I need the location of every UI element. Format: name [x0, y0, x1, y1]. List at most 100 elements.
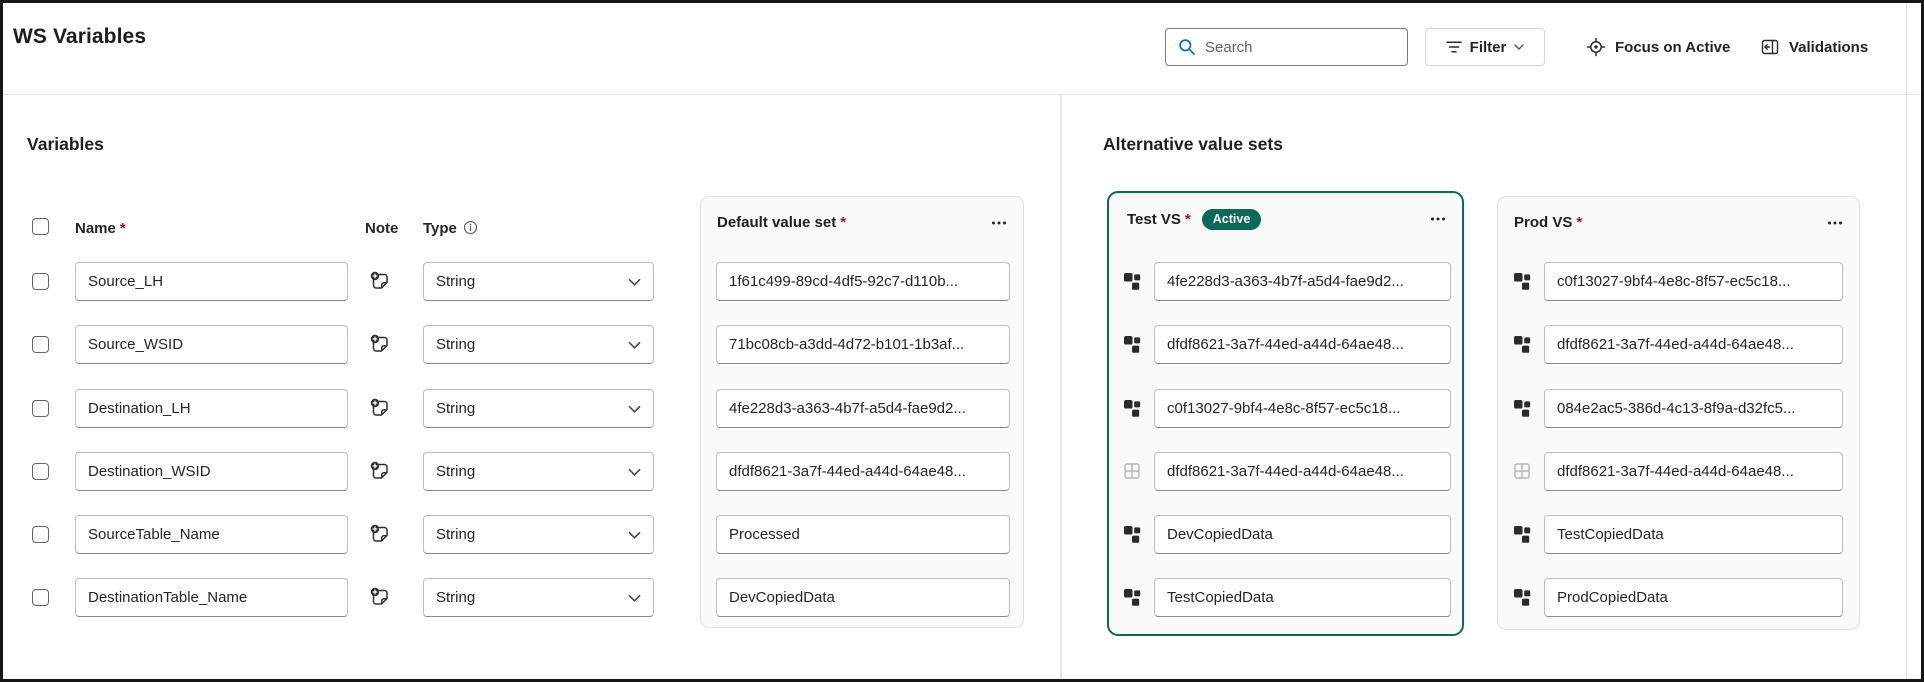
- variable-name-value: Source_WSID: [88, 336, 183, 353]
- chevron-down-icon: [1514, 44, 1524, 50]
- prod-vs-value-input[interactable]: c0f13027-9bf4-4e8c-8f57-ec5c18...: [1544, 262, 1843, 301]
- value-override-icon: [1512, 587, 1532, 607]
- variable-name-input[interactable]: Destination_WSID: [75, 452, 348, 491]
- default-value-input[interactable]: 1f61c499-89cd-4df5-92c7-d110b...: [716, 262, 1010, 301]
- prod-vs-value-input[interactable]: 084e2ac5-386d-4c13-8f9a-d32fc5...: [1544, 389, 1843, 428]
- chevron-down-icon: [628, 531, 641, 539]
- validations-button[interactable]: Validations: [1760, 28, 1868, 66]
- value-override-icon: [1512, 524, 1532, 544]
- test-vs-value-input[interactable]: dfdf8621-3a7f-44ed-a44d-64ae48...: [1154, 452, 1451, 491]
- variable-row: DestinationTable_Name String DevCopiedDa…: [3, 578, 1924, 617]
- filter-button-label: Filter: [1470, 39, 1507, 56]
- add-note-button[interactable]: [370, 524, 390, 544]
- filter-button[interactable]: Filter: [1425, 28, 1545, 66]
- value-override-icon: [1122, 271, 1142, 291]
- value-override-icon: [1122, 524, 1142, 544]
- variable-name-value: SourceTable_Name: [88, 526, 220, 543]
- more-horizontal-icon: [1827, 221, 1843, 225]
- variable-name-input[interactable]: DestinationTable_Name: [75, 578, 348, 617]
- default-value-input[interactable]: Processed: [716, 515, 1010, 554]
- type-value: String: [436, 336, 475, 353]
- type-dropdown[interactable]: String: [423, 262, 654, 301]
- default-value-input[interactable]: dfdf8621-3a7f-44ed-a44d-64ae48...: [716, 452, 1010, 491]
- note-add-icon: [370, 587, 390, 607]
- test-vs-value-input[interactable]: TestCopiedData: [1154, 578, 1451, 617]
- column-header-type: Type: [423, 220, 478, 237]
- more-options-button[interactable]: [1825, 217, 1845, 229]
- search-input[interactable]: Search: [1165, 28, 1408, 66]
- add-note-button[interactable]: [370, 334, 390, 354]
- variable-row: Source_WSID String 71bc08cb-a3dd-4d72-b1…: [3, 325, 1924, 364]
- column-header-name: Name*: [75, 220, 126, 237]
- variable-row: SourceTable_Name String Processed DevCop…: [3, 515, 1924, 554]
- note-add-icon: [370, 398, 390, 418]
- default-value-input[interactable]: 71bc08cb-a3dd-4d72-b101-1b3af...: [716, 325, 1010, 364]
- chevron-down-icon: [628, 468, 641, 476]
- prod-vs-value-input[interactable]: dfdf8621-3a7f-44ed-a44d-64ae48...: [1544, 452, 1843, 491]
- prod-vs-value-input[interactable]: ProdCopiedData: [1544, 578, 1843, 617]
- add-note-button[interactable]: [370, 461, 390, 481]
- focus-on-active-button[interactable]: Focus on Active: [1586, 28, 1730, 66]
- type-info-icon[interactable]: [463, 220, 478, 235]
- row-checkbox[interactable]: [32, 589, 49, 606]
- test-vs-value-input[interactable]: c0f13027-9bf4-4e8c-8f57-ec5c18...: [1154, 389, 1451, 428]
- more-options-button[interactable]: [1428, 213, 1448, 225]
- ws-variables-window: WS Variables Search Filter Focus on Acti…: [0, 0, 1924, 682]
- row-checkbox[interactable]: [32, 400, 49, 417]
- variable-name-input[interactable]: Destination_LH: [75, 389, 348, 428]
- prod-vs-value-input[interactable]: TestCopiedData: [1544, 515, 1843, 554]
- add-note-button[interactable]: [370, 271, 390, 291]
- more-horizontal-icon: [1430, 217, 1446, 221]
- chevron-down-icon: [628, 278, 641, 286]
- row-checkbox[interactable]: [32, 336, 49, 353]
- test-vs-value-input[interactable]: DevCopiedData: [1154, 515, 1451, 554]
- search-placeholder: Search: [1205, 39, 1253, 56]
- default-value-input[interactable]: 4fe228d3-a363-4b7f-a5d4-fae9d2...: [716, 389, 1010, 428]
- note-add-icon: [370, 524, 390, 544]
- variables-section-title: Variables: [27, 134, 104, 155]
- variable-row: Destination_WSID String dfdf8621-3a7f-44…: [3, 452, 1924, 491]
- default-value-set-title: Default value set: [717, 214, 836, 231]
- value-inherited-grid-icon: [1122, 461, 1142, 481]
- default-value-set-header: Default value set *: [701, 197, 1023, 231]
- more-options-button[interactable]: [989, 217, 1009, 229]
- required-asterisk: *: [120, 220, 126, 237]
- active-badge: Active: [1202, 209, 1262, 230]
- row-checkbox[interactable]: [32, 273, 49, 290]
- select-all-checkbox[interactable]: [32, 218, 49, 235]
- test-vs-value-input[interactable]: dfdf8621-3a7f-44ed-a44d-64ae48...: [1154, 325, 1451, 364]
- type-value: String: [436, 463, 475, 480]
- type-value: String: [436, 589, 475, 606]
- note-add-icon: [370, 461, 390, 481]
- value-override-icon: [1512, 271, 1532, 291]
- test-vs-header: Test VS * Active: [1109, 193, 1462, 230]
- prod-vs-header: Prod VS *: [1498, 197, 1859, 231]
- type-dropdown[interactable]: String: [423, 389, 654, 428]
- type-dropdown[interactable]: String: [423, 578, 654, 617]
- filter-icon: [1446, 40, 1462, 54]
- type-dropdown[interactable]: String: [423, 452, 654, 491]
- chevron-down-icon: [628, 405, 641, 413]
- row-checkbox[interactable]: [32, 526, 49, 543]
- variable-name-input[interactable]: Source_LH: [75, 262, 348, 301]
- type-dropdown[interactable]: String: [423, 325, 654, 364]
- chevron-down-icon: [628, 341, 641, 349]
- variable-name-input[interactable]: SourceTable_Name: [75, 515, 348, 554]
- row-checkbox[interactable]: [32, 463, 49, 480]
- variable-name-input[interactable]: Source_WSID: [75, 325, 348, 364]
- note-add-icon: [370, 271, 390, 291]
- variable-row: Source_LH String 1f61c499-89cd-4df5-92c7…: [3, 262, 1924, 301]
- test-vs-value-input[interactable]: 4fe228d3-a363-4b7f-a5d4-fae9d2...: [1154, 262, 1451, 301]
- add-note-button[interactable]: [370, 587, 390, 607]
- default-value-input[interactable]: DevCopiedData: [716, 578, 1010, 617]
- type-dropdown[interactable]: String: [423, 515, 654, 554]
- test-vs-title: Test VS: [1127, 211, 1181, 228]
- validations-panel-icon: [1760, 37, 1780, 57]
- type-value: String: [436, 273, 475, 290]
- add-note-button[interactable]: [370, 398, 390, 418]
- prod-vs-value-input[interactable]: dfdf8621-3a7f-44ed-a44d-64ae48...: [1544, 325, 1843, 364]
- search-icon: [1178, 38, 1196, 56]
- value-override-icon: [1512, 398, 1532, 418]
- type-value: String: [436, 526, 475, 543]
- page-title: WS Variables: [13, 25, 146, 49]
